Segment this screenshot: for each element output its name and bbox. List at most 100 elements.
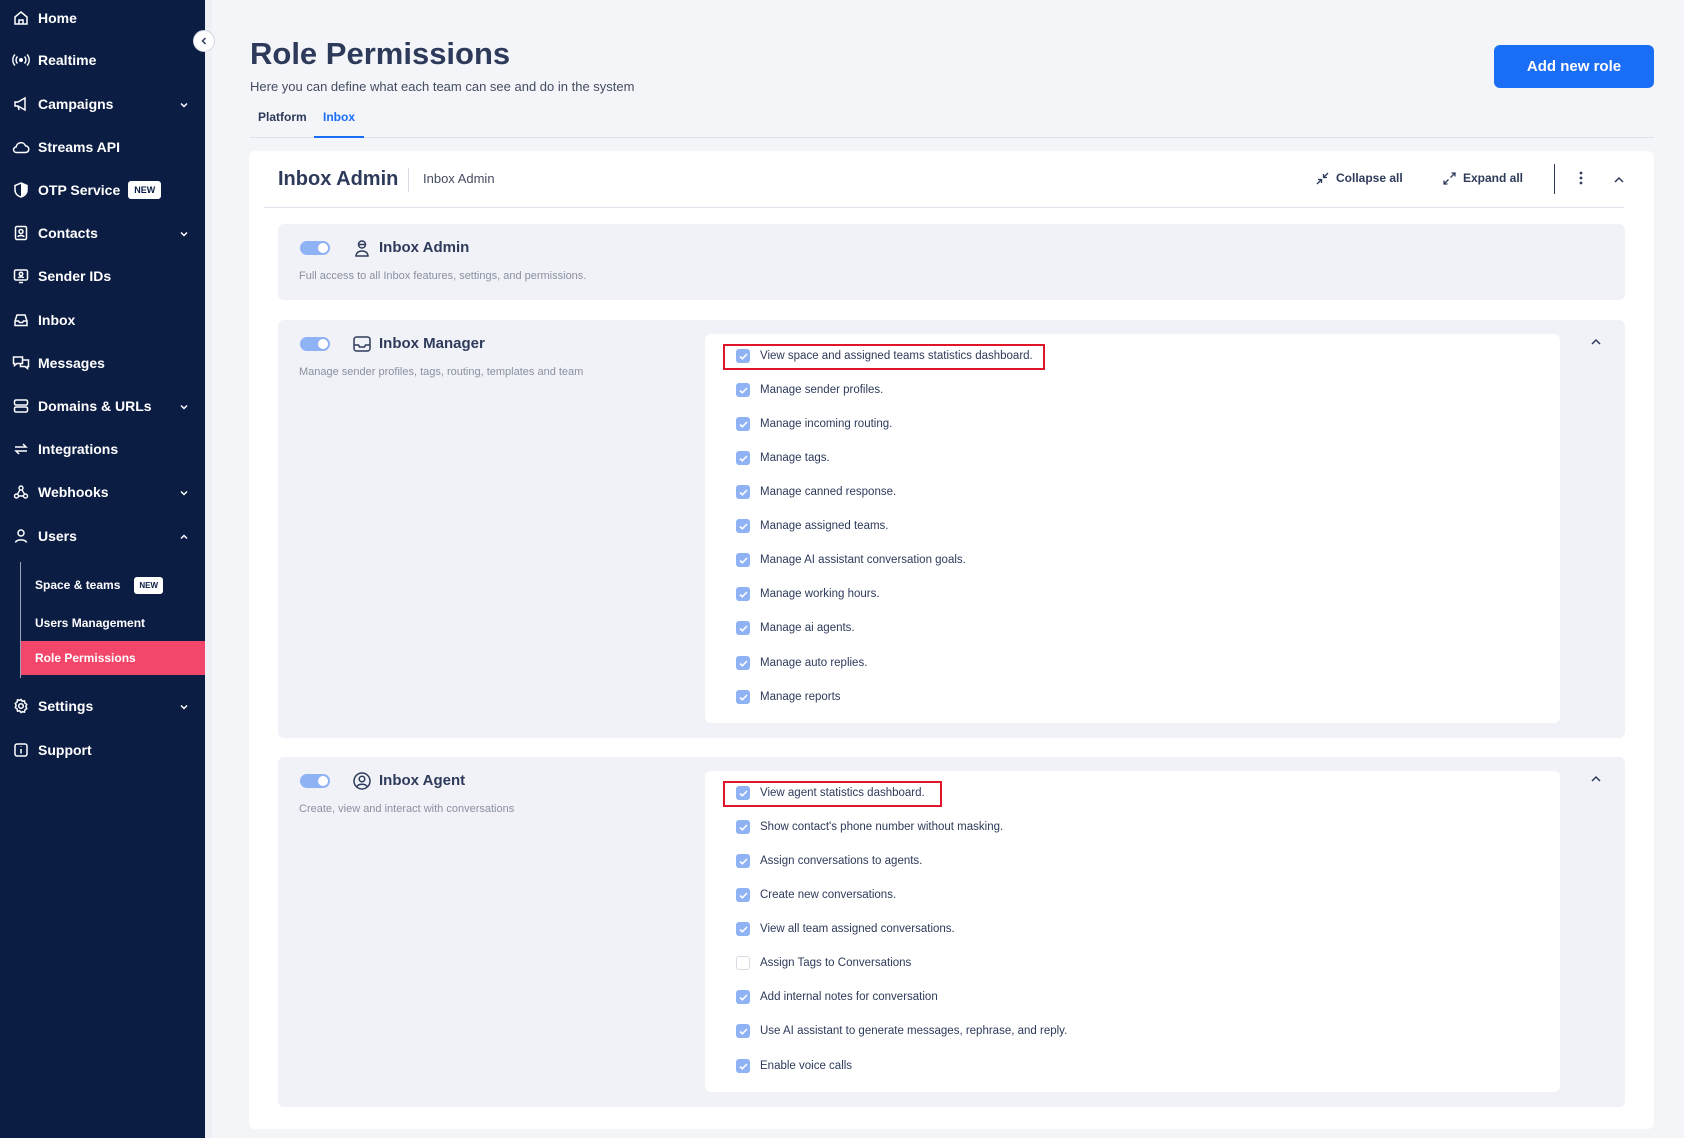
checkbox-checked[interactable]	[736, 820, 750, 834]
permission-item[interactable]: Manage canned response.	[736, 484, 896, 500]
sidebar-item-sender-ids[interactable]: Sender IDs	[0, 256, 205, 296]
checkbox-checked[interactable]	[736, 383, 750, 397]
checkbox-checked[interactable]	[736, 519, 750, 533]
role-toggle-inbox-admin[interactable]	[300, 241, 330, 255]
sidebar-item-settings[interactable]: Settings	[0, 686, 205, 726]
permission-label: Manage canned response.	[760, 486, 897, 498]
permission-item[interactable]: Manage working hours.	[736, 586, 880, 602]
sidebar-item-label: Inbox	[38, 312, 76, 328]
sidebar-subitem-users-management[interactable]: Users Management	[21, 606, 205, 640]
permission-label: Manage working hours.	[760, 588, 880, 600]
role-name: Inbox Admin	[379, 239, 470, 256]
permission-item[interactable]: Manage incoming routing.	[736, 416, 892, 432]
checkbox-checked[interactable]	[736, 786, 750, 800]
checkbox-checked[interactable]	[736, 1024, 750, 1038]
role-toggle-inbox-manager[interactable]	[300, 337, 330, 351]
permission-label: View all team assigned conversations.	[760, 923, 955, 935]
chevron-down-icon	[179, 699, 189, 715]
chevron-left-icon	[201, 37, 207, 45]
permission-item[interactable]: Manage AI assistant conversation goals.	[736, 552, 966, 568]
sidebar-item-webhooks[interactable]: Webhooks	[0, 472, 205, 512]
checkbox-checked[interactable]	[736, 854, 750, 868]
gear-icon	[12, 697, 30, 715]
checkbox-checked[interactable]	[736, 553, 750, 567]
sidebar: Home Realtime Campaigns Streams API OTP …	[0, 0, 205, 1138]
sidebar-item-domains-urls[interactable]: Domains & URLs	[0, 386, 205, 426]
permission-item[interactable]: Enable voice calls	[736, 1058, 852, 1074]
checkbox-checked[interactable]	[736, 1059, 750, 1073]
sidebar-item-otp-service[interactable]: OTP Service NEW	[0, 170, 205, 210]
checkbox-checked[interactable]	[736, 690, 750, 704]
permission-item[interactable]: View all team assigned conversations.	[736, 921, 955, 937]
expand-all-button[interactable]: Expand all	[1443, 171, 1523, 185]
collapse-all-label: Collapse all	[1336, 171, 1403, 185]
permission-item[interactable]: Manage ai agents.	[736, 620, 855, 636]
permission-label: Manage incoming routing.	[760, 418, 893, 430]
sidebar-item-campaigns[interactable]: Campaigns	[0, 84, 205, 124]
permission-item[interactable]: Manage reports	[736, 689, 841, 705]
sidebar-item-label: Campaigns	[38, 96, 114, 112]
role-toggle-inbox-agent[interactable]	[300, 774, 330, 788]
checkbox-checked[interactable]	[736, 349, 750, 363]
sidebar-item-users[interactable]: Users	[0, 516, 205, 556]
checkbox-checked[interactable]	[736, 587, 750, 601]
checkbox-checked[interactable]	[736, 656, 750, 670]
checkbox-checked[interactable]	[736, 451, 750, 465]
checkbox-checked[interactable]	[736, 485, 750, 499]
role-name: Inbox Agent	[379, 772, 466, 789]
add-new-role-button[interactable]: Add new role	[1494, 45, 1654, 88]
collapse-all-button[interactable]: Collapse all	[1316, 171, 1403, 185]
role-inbox-admin	[278, 224, 1625, 300]
sidebar-item-home[interactable]: Home	[0, 0, 205, 38]
permission-item[interactable]: View space and assigned teams statistics…	[736, 348, 1033, 364]
chevron-up-icon[interactable]	[1590, 334, 1602, 352]
permission-item[interactable]: Add internal notes for conversation	[736, 989, 938, 1005]
sidebar-item-integrations[interactable]: Integrations	[0, 429, 205, 469]
sidebar-subitem-role-permissions[interactable]: Role Permissions	[21, 641, 205, 675]
sidebar-item-streams-api[interactable]: Streams API	[0, 127, 205, 167]
broadcast-icon	[12, 51, 30, 69]
more-options-icon[interactable]	[1578, 170, 1584, 191]
admin-user-icon	[352, 238, 372, 258]
sidebar-collapse-button[interactable]	[193, 30, 215, 52]
permission-item[interactable]: Create new conversations.	[736, 887, 896, 903]
permission-item[interactable]: Assign conversations to agents.	[736, 853, 922, 869]
checkbox-unchecked[interactable]	[736, 956, 750, 970]
sidebar-item-label: Sender IDs	[38, 268, 112, 284]
id-card-icon	[12, 267, 30, 285]
sidebar-item-realtime[interactable]: Realtime	[0, 40, 205, 80]
tab-inbox[interactable]: Inbox	[323, 110, 355, 124]
sidebar-item-inbox[interactable]: Inbox	[0, 300, 205, 340]
permission-item[interactable]: Show contact's phone number without mask…	[736, 819, 1003, 835]
sidebar-subitem-space-teams[interactable]: Space & teams NEW	[21, 568, 205, 602]
permission-item[interactable]: View agent statistics dashboard.	[736, 785, 925, 801]
card-collapse-chevron-icon[interactable]	[1613, 172, 1625, 190]
checkbox-checked[interactable]	[736, 990, 750, 1004]
card-title: Inbox Admin	[278, 168, 399, 190]
permission-label: Assign conversations to agents.	[760, 855, 923, 867]
sidebar-subitem-label: Role Permissions	[35, 651, 136, 665]
tab-platform[interactable]: Platform	[258, 110, 307, 124]
tab-bar: Platform Inbox	[250, 104, 1654, 138]
permission-item[interactable]: Manage auto replies.	[736, 655, 867, 671]
sidebar-item-label: Webhooks	[38, 484, 109, 500]
permission-item[interactable]: Use AI assistant to generate messages, r…	[736, 1023, 1067, 1039]
contacts-icon	[12, 224, 30, 242]
permission-label: Assign Tags to Conversations	[760, 957, 912, 969]
sidebar-item-label: Domains & URLs	[38, 398, 152, 414]
sidebar-item-support[interactable]: Support	[0, 730, 205, 770]
sidebar-item-contacts[interactable]: Contacts	[0, 213, 205, 253]
checkbox-checked[interactable]	[736, 888, 750, 902]
permission-item[interactable]: Assign Tags to Conversations	[736, 955, 911, 971]
webhook-icon	[12, 483, 30, 501]
sidebar-item-label: Integrations	[38, 441, 119, 457]
chevron-up-icon[interactable]	[1590, 771, 1602, 789]
permission-item[interactable]: Manage assigned teams.	[736, 518, 889, 534]
permission-item[interactable]: Manage sender profiles.	[736, 382, 883, 398]
checkbox-checked[interactable]	[736, 621, 750, 635]
inbox-tray-icon	[352, 334, 372, 354]
permission-item[interactable]: Manage tags.	[736, 450, 830, 466]
checkbox-checked[interactable]	[736, 922, 750, 936]
checkbox-checked[interactable]	[736, 417, 750, 431]
sidebar-item-messages[interactable]: Messages	[0, 343, 205, 383]
